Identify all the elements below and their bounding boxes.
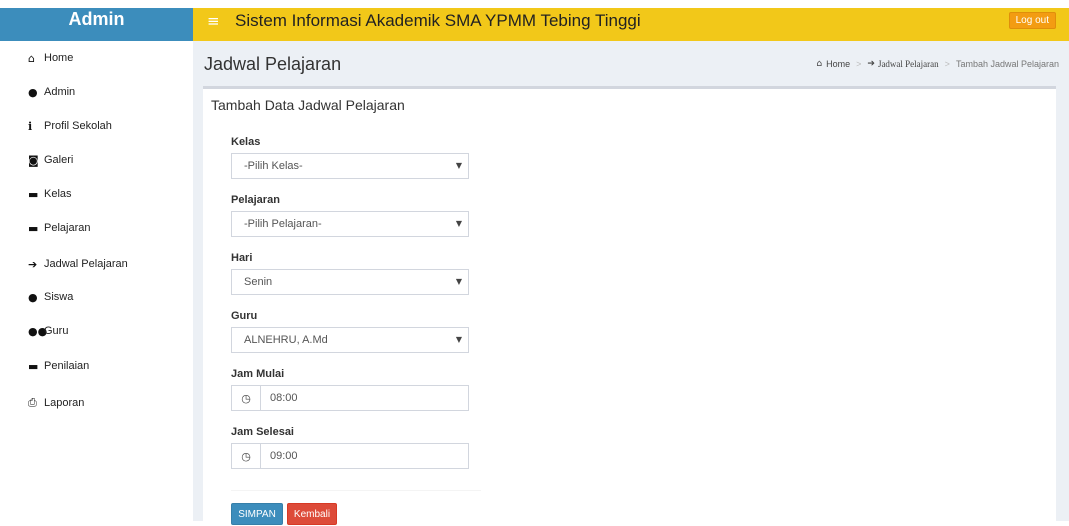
chevron-down-icon: ▼	[455, 277, 462, 286]
sidebar-item-label: Home	[44, 52, 74, 64]
jam-mulai-label: Jam Mulai	[231, 368, 285, 380]
breadcrumb-separator: >	[944, 59, 950, 69]
hari-select[interactable]: Senin ▼	[231, 269, 469, 295]
sidebar-item-profil-sekolah[interactable]: i Profil Sekolah	[28, 117, 112, 135]
guru-select-value: ALNEHRU, A.Md	[244, 334, 328, 346]
sidebar-item-label: Galeri	[44, 154, 74, 166]
sidebar-item-home[interactable]: ⌂ Home	[28, 49, 73, 67]
users-icon: ●●	[28, 324, 48, 338]
divider	[231, 490, 481, 491]
form-box: Tambah Data Jadwal Pelajaran Kelas -Pili…	[203, 86, 1056, 525]
clock-icon: ◷	[232, 444, 261, 468]
page-title: Jadwal Pelajaran	[204, 54, 342, 74]
arrow-right-icon: ➔	[867, 59, 875, 69]
save-button[interactable]: SIMPAN	[231, 503, 283, 525]
sidebar-item-siswa[interactable]: ● Siswa	[28, 288, 73, 306]
sidebar-item-pelajaran[interactable]: ▬ Pelajaran	[28, 219, 90, 237]
briefcase-icon: ▬	[28, 359, 39, 373]
user-icon: ●	[28, 290, 38, 304]
sidebar-item-admin[interactable]: ● Admin	[28, 83, 75, 101]
home-icon: ⌂	[816, 59, 823, 69]
sidebar-item-label: Laporan	[44, 397, 85, 409]
sidebar-item-label: Guru	[44, 325, 69, 337]
print-icon: ⎙	[28, 396, 37, 409]
briefcase-icon: ▬	[28, 221, 39, 235]
sidebar-item-jadwal-pelajaran[interactable]: ➔ Jadwal Pelajaran	[28, 255, 128, 273]
guru-label: Guru	[231, 310, 258, 322]
sidebar-item-galeri[interactable]: ◙ Galeri	[28, 151, 73, 169]
clock-icon: ◷	[232, 386, 261, 410]
form-title: Tambah Data Jadwal Pelajaran	[211, 97, 405, 113]
sidebar-item-label: Pelajaran	[44, 222, 91, 234]
guru-select[interactable]: ALNEHRU, A.Md ▼	[231, 327, 469, 353]
info-icon: i	[28, 119, 33, 133]
sidebar-item-label: Admin	[44, 86, 76, 98]
content-area: Jadwal Pelajaran ⌂ Home > ➔ Jadwal Pelaj…	[193, 41, 1069, 525]
kelas-select-value: -Pilih Kelas-	[244, 160, 303, 172]
pelajaran-select[interactable]: -Pilih Pelajaran- ▼	[231, 211, 469, 237]
app-title: Sistem Informasi Akademik SMA YPMM Tebin…	[235, 11, 641, 30]
kelas-select[interactable]: -Pilih Kelas- ▼	[231, 153, 469, 179]
jam-selesai-value[interactable]: 09:00	[261, 444, 298, 468]
breadcrumb-parent[interactable]: Jadwal Pelajaran	[878, 59, 939, 69]
top-navbar: ≡ Sistem Informasi Akademik SMA YPMM Teb…	[193, 8, 1069, 41]
hamburger-icon[interactable]: ≡	[207, 12, 220, 30]
breadcrumb-current: Tambah Jadwal Pelajaran	[955, 59, 1059, 69]
hari-select-value: Senin	[244, 276, 273, 288]
sidebar-item-label: Kelas	[44, 188, 72, 200]
sidebar-item-label: Siswa	[44, 291, 74, 303]
logout-button[interactable]: Log out	[1008, 12, 1056, 29]
camera-icon: ◙	[28, 153, 39, 167]
sidebar-item-kelas[interactable]: ▬ Kelas	[28, 185, 72, 203]
jam-mulai-input[interactable]: ◷ 08:00	[231, 385, 469, 411]
chevron-down-icon: ▼	[455, 219, 462, 228]
home-icon: ⌂	[28, 51, 35, 65]
breadcrumb-separator: >	[856, 59, 862, 69]
jam-selesai-input[interactable]: ◷ 09:00	[231, 443, 469, 469]
pelajaran-select-value: -Pilih Pelajaran-	[244, 218, 322, 230]
brand-title: Admin	[68, 9, 125, 29]
back-button[interactable]: Kembali	[287, 503, 337, 525]
top-border	[0, 0, 1069, 8]
briefcase-icon: ▬	[28, 187, 39, 201]
chevron-down-icon: ▼	[455, 335, 462, 344]
hari-label: Hari	[231, 252, 253, 264]
jam-mulai-value[interactable]: 08:00	[261, 386, 298, 410]
brand-logo[interactable]: Admin	[0, 8, 193, 41]
sidebar-item-label: Profil Sekolah	[44, 120, 112, 132]
user-icon: ●	[28, 85, 38, 99]
pelajaran-label: Pelajaran	[231, 194, 280, 206]
kelas-label: Kelas	[231, 136, 261, 148]
sidebar-item-guru[interactable]: ●● Guru	[28, 322, 68, 340]
sidebar-item-label: Jadwal Pelajaran	[44, 258, 128, 270]
sidebar-item-label: Penilaian	[44, 360, 90, 372]
breadcrumb: ⌂ Home > ➔ Jadwal Pelajaran > Tambah Jad…	[816, 59, 1059, 69]
sidebar-item-laporan[interactable]: ⎙ Laporan	[28, 394, 84, 412]
arrow-right-icon: ➔	[28, 257, 38, 271]
chevron-down-icon: ▼	[455, 161, 462, 170]
breadcrumb-home[interactable]: Home	[826, 59, 850, 69]
jam-selesai-label: Jam Selesai	[231, 426, 294, 438]
sidebar: ⌂ Home ● Admin i Profil Sekolah ◙ Galeri…	[0, 41, 193, 521]
sidebar-item-penilaian[interactable]: ▬ Penilaian	[28, 357, 89, 375]
